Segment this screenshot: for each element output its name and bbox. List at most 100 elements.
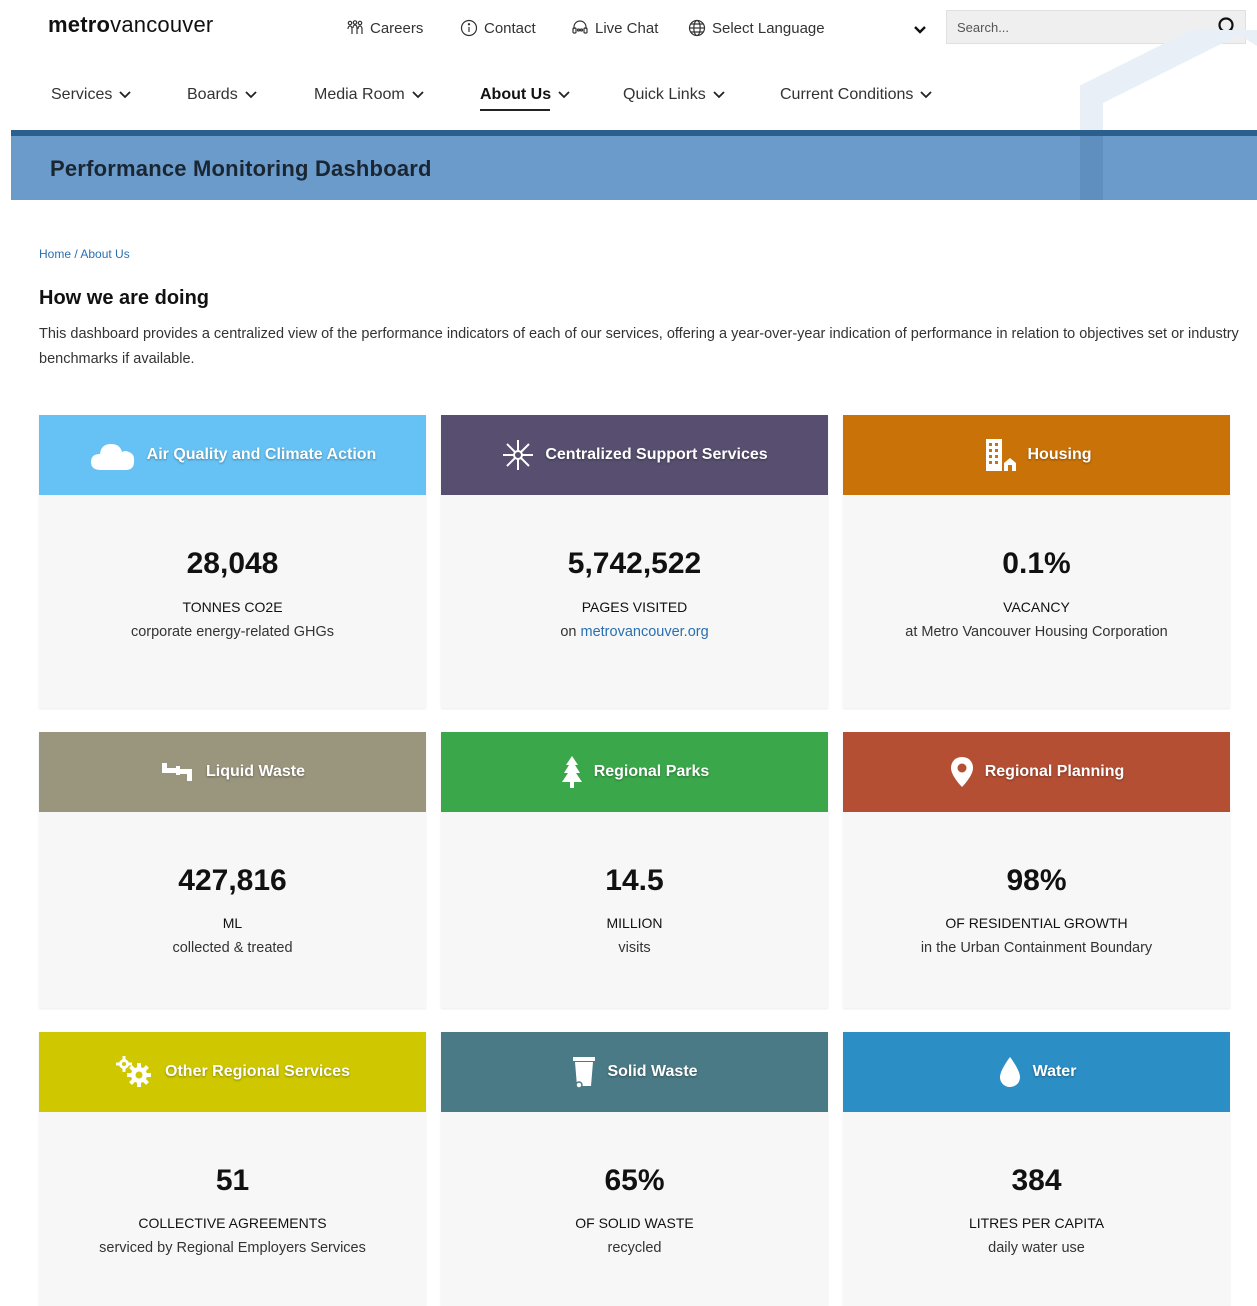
card-value: 0.1% — [1002, 547, 1071, 580]
card-regional-parks[interactable]: Regional Parks 14.5 MILLION visits — [441, 732, 828, 1008]
card-title: Other Regional Services — [165, 1063, 350, 1080]
breadcrumb-separator: / — [71, 247, 81, 261]
page-title: Performance Monitoring Dashboard — [50, 156, 432, 181]
card-unit: PAGES VISITED — [581, 599, 688, 615]
tree-icon — [561, 756, 582, 788]
card-title: Regional Planning — [984, 763, 1125, 780]
card-centralized-support[interactable]: Centralized Support Services 5,742,522 P… — [441, 415, 828, 708]
card-solid-waste[interactable]: Solid Waste 65% OF SOLID WASTE recycled — [441, 1032, 828, 1306]
card-header: Housing — [843, 415, 1230, 495]
select-language-label: Select Language — [712, 19, 825, 37]
nav-quick-links[interactable]: Quick Links — [623, 86, 726, 104]
card-liquid-waste[interactable]: Liquid Waste 427,816 ML collected & trea… — [39, 732, 426, 1008]
chevron-down-icon — [412, 91, 424, 99]
card-description: visits — [618, 940, 651, 956]
card-unit: OF RESIDENTIAL GROWTH — [945, 915, 1128, 931]
careers-label: Careers — [370, 19, 424, 37]
intro-text: This dashboard provides a centralized vi… — [39, 326, 1239, 367]
card-value: 28,048 — [186, 547, 279, 580]
nav-label: Services — [51, 86, 113, 103]
headset-icon — [571, 19, 589, 37]
logo-bold-text: metro — [48, 12, 111, 37]
nav-media-room[interactable]: Media Room — [314, 86, 425, 104]
gears-icon — [116, 1056, 152, 1087]
card-description: recycled — [607, 1240, 662, 1256]
chevron-down-icon[interactable] — [912, 22, 928, 38]
card-value: 65% — [604, 1164, 665, 1197]
card-description: in the Urban Containment Boundary — [920, 940, 1153, 956]
contact-link[interactable]: Contact — [460, 19, 536, 37]
card-value: 5,742,522 — [567, 547, 702, 580]
card-description: at Metro Vancouver Housing Corporation — [905, 624, 1168, 640]
card-value: 98% — [1006, 864, 1067, 897]
card-description: collected & treated — [172, 940, 293, 956]
site-logo[interactable]: metrovancouver — [48, 12, 213, 38]
network-icon — [503, 440, 534, 470]
nav-label: Quick Links — [623, 86, 706, 103]
breadcrumb-current[interactable]: About Us — [80, 247, 129, 261]
chevron-down-icon — [245, 91, 257, 99]
active-underline — [480, 109, 550, 111]
card-description: daily water use — [988, 1240, 1085, 1256]
card-title: Air Quality and Climate Action — [146, 446, 377, 463]
card-value: 51 — [215, 1164, 250, 1197]
building-icon — [985, 439, 1016, 471]
card-header: Centralized Support Services — [441, 415, 828, 495]
nav-label: Boards — [187, 86, 238, 103]
careers-link[interactable]: Careers — [346, 19, 423, 37]
chevron-down-icon — [558, 91, 570, 99]
nav-label: Media Room — [314, 86, 405, 103]
people-icon — [346, 19, 364, 37]
card-header: Liquid Waste — [39, 732, 426, 812]
card-value: 14.5 — [605, 864, 664, 897]
live-chat-link[interactable]: Live Chat — [571, 19, 658, 37]
card-unit: ML — [222, 915, 243, 931]
card-water[interactable]: Water 384 LITRES PER CAPITA daily water … — [843, 1032, 1230, 1306]
section-title: How we are doing — [39, 287, 210, 309]
card-other-regional-services[interactable]: Other Regional Services 51 COLLECTIVE AG… — [39, 1032, 426, 1306]
card-air-quality[interactable]: Air Quality and Climate Action 28,048 TO… — [39, 415, 426, 708]
nav-current-conditions[interactable]: Current Conditions — [780, 86, 933, 104]
globe-icon — [688, 19, 706, 37]
card-header: Regional Parks — [441, 732, 828, 812]
desc-prefix: on — [560, 624, 581, 640]
select-language[interactable]: Select Language — [688, 19, 825, 37]
card-description: serviced by Regional Employers Services — [99, 1240, 366, 1256]
card-header: Air Quality and Climate Action — [39, 415, 426, 495]
nav-about-us[interactable]: About Us — [480, 86, 571, 111]
card-title: Housing — [1027, 446, 1092, 463]
contact-label: Contact — [484, 19, 536, 37]
chevron-down-icon — [713, 91, 725, 99]
cloud-icon — [90, 444, 134, 470]
card-header: Regional Planning — [843, 732, 1230, 812]
info-icon — [460, 19, 478, 37]
nav-label: Current Conditions — [780, 86, 914, 103]
card-unit: COLLECTIVE AGREEMENTS — [138, 1215, 327, 1231]
card-header: Water — [843, 1032, 1230, 1112]
chevron-down-icon — [920, 91, 933, 99]
card-regional-planning[interactable]: Regional Planning 98% OF RESIDENTIAL GRO… — [843, 732, 1230, 1008]
chevron-down-icon — [119, 91, 131, 99]
card-title: Liquid Waste — [206, 763, 305, 780]
card-value: 427,816 — [178, 864, 287, 897]
card-title: Centralized Support Services — [545, 446, 768, 463]
water-drop-icon — [999, 1057, 1020, 1087]
card-unit: VACANCY — [1003, 599, 1070, 615]
card-unit: TONNES CO2E — [182, 599, 283, 615]
card-title: Regional Parks — [593, 763, 710, 780]
nav-label: About Us — [480, 86, 552, 103]
card-description: on metrovancouver.org — [441, 624, 828, 640]
card-unit: MILLION — [606, 915, 663, 931]
nav-boards[interactable]: Boards — [187, 86, 258, 104]
trash-bin-icon — [573, 1057, 596, 1089]
live-chat-label: Live Chat — [595, 19, 659, 37]
card-housing[interactable]: Housing 0.1% VACANCY at Metro Vancouver … — [843, 415, 1230, 708]
card-value: 384 — [1011, 1164, 1062, 1197]
breadcrumb-home[interactable]: Home — [39, 247, 71, 261]
website-link[interactable]: metrovancouver.org — [581, 624, 709, 640]
card-description: corporate energy-related GHGs — [130, 624, 335, 640]
breadcrumb: Home / About Us — [39, 247, 130, 261]
nav-services[interactable]: Services — [51, 86, 132, 104]
card-unit: OF SOLID WASTE — [575, 1215, 694, 1231]
map-pin-icon — [950, 757, 973, 787]
